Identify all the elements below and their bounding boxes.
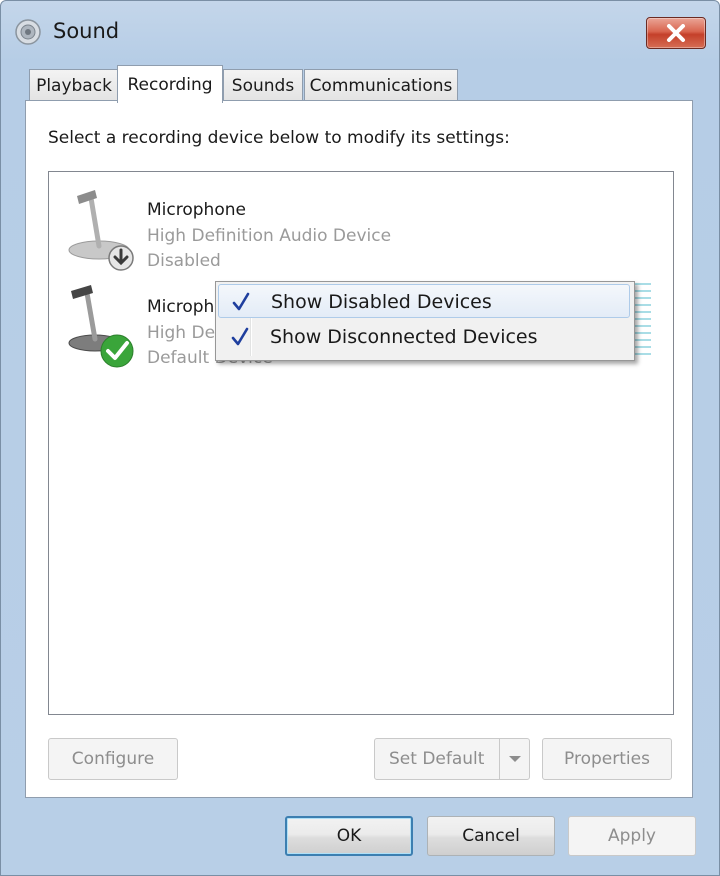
sound-dialog: Sound Playback Recording Sounds Communic… — [0, 0, 720, 876]
tab-communications[interactable]: Communications — [304, 69, 458, 101]
set-default-button[interactable]: Set Default — [374, 738, 530, 780]
instruction-text: Select a recording device below to modif… — [48, 128, 510, 148]
title-bar[interactable]: Sound — [1, 1, 719, 61]
device-list[interactable]: Microphone High Definition Audio Device … — [48, 171, 674, 715]
device-description: High Definition Audio Device — [147, 226, 392, 246]
close-icon — [667, 24, 685, 42]
device-list-context-menu: Show Disabled Devices Show Disconnected … — [215, 281, 635, 361]
set-default-dropdown[interactable] — [499, 739, 530, 779]
menu-item-label: Show Disabled Devices — [271, 291, 492, 313]
tab-strip: Playback Recording Sounds Communications — [25, 65, 705, 103]
check-icon — [231, 327, 249, 346]
cancel-button-label: Cancel — [462, 826, 520, 846]
check-icon — [232, 292, 250, 311]
configure-button[interactable]: Configure — [48, 738, 178, 780]
menu-item-label: Show Disconnected Devices — [270, 326, 538, 348]
chevron-down-icon — [509, 756, 521, 762]
device-status: Disabled — [147, 251, 221, 271]
ok-button[interactable]: OK — [285, 816, 413, 856]
tab-sounds-label: Sounds — [231, 75, 295, 96]
configure-button-label: Configure — [71, 749, 155, 769]
window-title: Sound — [53, 19, 120, 43]
menu-item-show-disabled-devices[interactable]: Show Disabled Devices — [218, 284, 630, 318]
tab-communications-label: Communications — [309, 75, 453, 96]
cancel-button[interactable]: Cancel — [427, 816, 555, 856]
apply-button[interactable]: Apply — [568, 816, 696, 856]
tab-recording-label: Recording — [127, 74, 213, 95]
ok-button-label: OK — [336, 826, 362, 846]
recording-panel: Select a recording device below to modif… — [25, 100, 693, 798]
properties-button-label: Properties — [564, 749, 650, 769]
close-button[interactable] — [646, 17, 706, 49]
tab-playback[interactable]: Playback — [29, 69, 119, 101]
speaker-icon — [15, 19, 41, 45]
menu-item-show-disconnected-devices[interactable]: Show Disconnected Devices — [218, 320, 630, 354]
set-default-button-label: Set Default — [389, 749, 485, 769]
microphone-icon — [68, 285, 134, 368]
apply-button-label: Apply — [608, 826, 656, 846]
tab-recording[interactable]: Recording — [117, 65, 223, 103]
device-name: Microphone — [147, 200, 246, 220]
device-item-disabled-microphone[interactable]: Microphone High Definition Audio Device … — [61, 184, 621, 274]
properties-button[interactable]: Properties — [542, 738, 672, 780]
tab-playback-label: Playback — [36, 75, 112, 96]
tab-sounds[interactable]: Sounds — [223, 69, 303, 101]
microphone-icon — [68, 190, 134, 271]
